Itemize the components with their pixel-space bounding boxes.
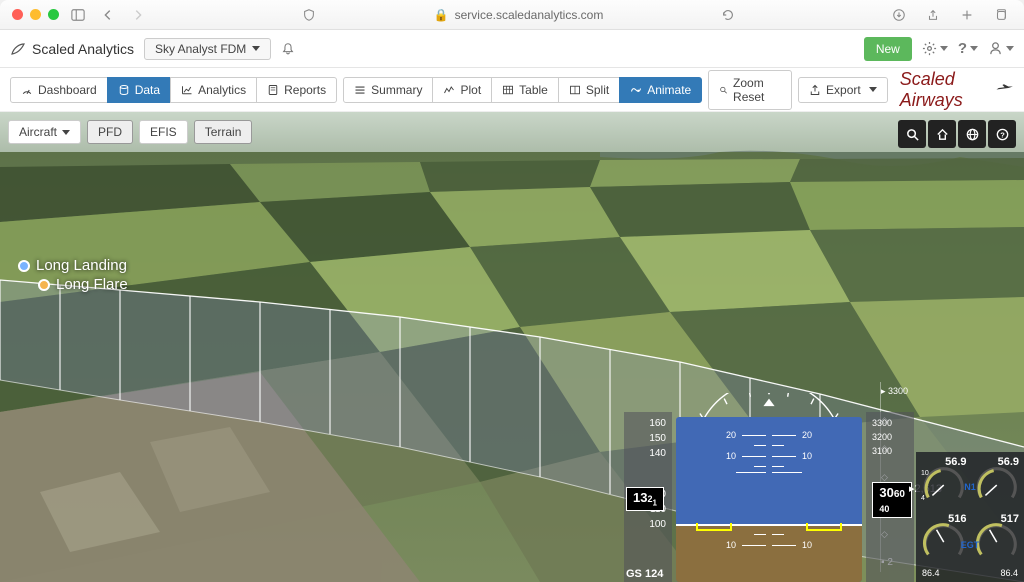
brand-icon (10, 41, 26, 57)
settings-icon[interactable] (922, 41, 948, 56)
browser-chrome: 🔒 service.scaledanalytics.com (0, 0, 1024, 30)
tabs-icon[interactable] (990, 8, 1012, 22)
product-dropdown[interactable]: Sky Analyst FDM (144, 38, 271, 60)
sidebar-toggle-icon[interactable] (67, 8, 89, 22)
zoom-reset-button[interactable]: Zoom Reset (708, 70, 792, 110)
reports-tab[interactable]: Reports (256, 77, 337, 103)
map-home-icon[interactable] (928, 120, 956, 148)
download-icon[interactable] (888, 8, 910, 22)
main-toolbar: Dashboard Data Analytics Reports Summary… (0, 68, 1024, 112)
nav-forward-icon[interactable] (127, 8, 149, 22)
brand-text: Scaled Analytics (32, 41, 134, 57)
user-icon[interactable] (988, 41, 1014, 56)
company-logo: Scaled Airways (900, 69, 1014, 111)
close-window-icon[interactable] (12, 9, 23, 20)
altitude-readout: 306040 (872, 482, 912, 518)
map-utility-toolbar: ? (898, 120, 1016, 148)
split-button[interactable]: Split (558, 77, 620, 103)
aircraft-layer-button[interactable]: Aircraft (8, 120, 81, 144)
airspeed-readout: 1321 (626, 487, 664, 511)
data-tab[interactable]: Data (107, 77, 171, 103)
table-button[interactable]: Table (491, 77, 559, 103)
chevron-down-icon (252, 46, 260, 51)
map-annotation-long-flare[interactable]: Long Flare (38, 276, 128, 293)
svg-text:?: ? (1000, 130, 1005, 139)
attitude-indicator: 2020 1010 1010 (676, 417, 862, 582)
map-annotation-long-landing[interactable]: Long Landing (18, 257, 127, 274)
nav-back-icon[interactable] (97, 8, 119, 22)
airplane-icon (995, 80, 1014, 96)
share-icon[interactable] (922, 8, 944, 22)
summary-button[interactable]: Summary (343, 77, 433, 103)
app-bar: Scaled Analytics Sky Analyst FDM New ? (0, 30, 1024, 68)
pfd-instrument: 160 150 140 120 110 100 1321 GS 124 2020… (624, 387, 914, 582)
efis-layer-button[interactable]: EFIS (139, 120, 188, 144)
map-layer-toolbar: Aircraft PFD EFIS Terrain (8, 120, 252, 144)
analytics-tab[interactable]: Analytics (170, 77, 257, 103)
aircraft-symbol (696, 523, 842, 533)
gauge-egt-right: 517 (971, 511, 1023, 567)
new-tab-icon[interactable] (956, 8, 978, 22)
export-button[interactable]: Export (798, 77, 888, 103)
n1-label: N1 (964, 482, 976, 492)
ground-speed: GS 124 (626, 568, 663, 580)
map-help-icon[interactable]: ? (988, 120, 1016, 148)
terrain-layer-button[interactable]: Terrain (194, 120, 253, 144)
map-globe-icon[interactable] (958, 120, 986, 148)
dashboard-tab[interactable]: Dashboard (10, 77, 108, 103)
engine-instruments: 56.9 4 10 56.9 516 517 86.486.4 N1 EGT (916, 452, 1024, 582)
url-text: service.scaledanalytics.com (455, 8, 604, 22)
brand[interactable]: Scaled Analytics (10, 41, 134, 57)
help-icon[interactable]: ? (958, 40, 978, 57)
gauge-egt-left: 516 (918, 511, 970, 567)
pin-icon (18, 260, 30, 272)
address-bar[interactable]: 🔒 service.scaledanalytics.com (328, 8, 709, 22)
map-view[interactable]: Aircraft PFD EFIS Terrain ? Long Landing… (0, 112, 1024, 582)
gauge-n1-right: 56.9 (971, 454, 1023, 510)
lock-icon: 🔒 (434, 8, 449, 22)
plot-button[interactable]: Plot (432, 77, 492, 103)
map-search-icon[interactable] (898, 120, 926, 148)
chrome-actions (888, 8, 1012, 22)
egt-label: EGT (961, 540, 980, 550)
product-dropdown-label: Sky Analyst FDM (155, 42, 246, 56)
notifications-icon[interactable] (281, 42, 295, 56)
animate-button[interactable]: Animate (619, 77, 702, 103)
pfd-layer-button[interactable]: PFD (87, 120, 133, 144)
traffic-lights (12, 9, 59, 20)
maximize-window-icon[interactable] (48, 9, 59, 20)
new-button[interactable]: New (864, 37, 912, 61)
gauge-n1-left: 56.9 4 10 (918, 454, 970, 510)
shield-icon[interactable] (298, 8, 320, 22)
reload-icon[interactable] (717, 8, 739, 22)
minimize-window-icon[interactable] (30, 9, 41, 20)
pin-icon (38, 279, 50, 291)
